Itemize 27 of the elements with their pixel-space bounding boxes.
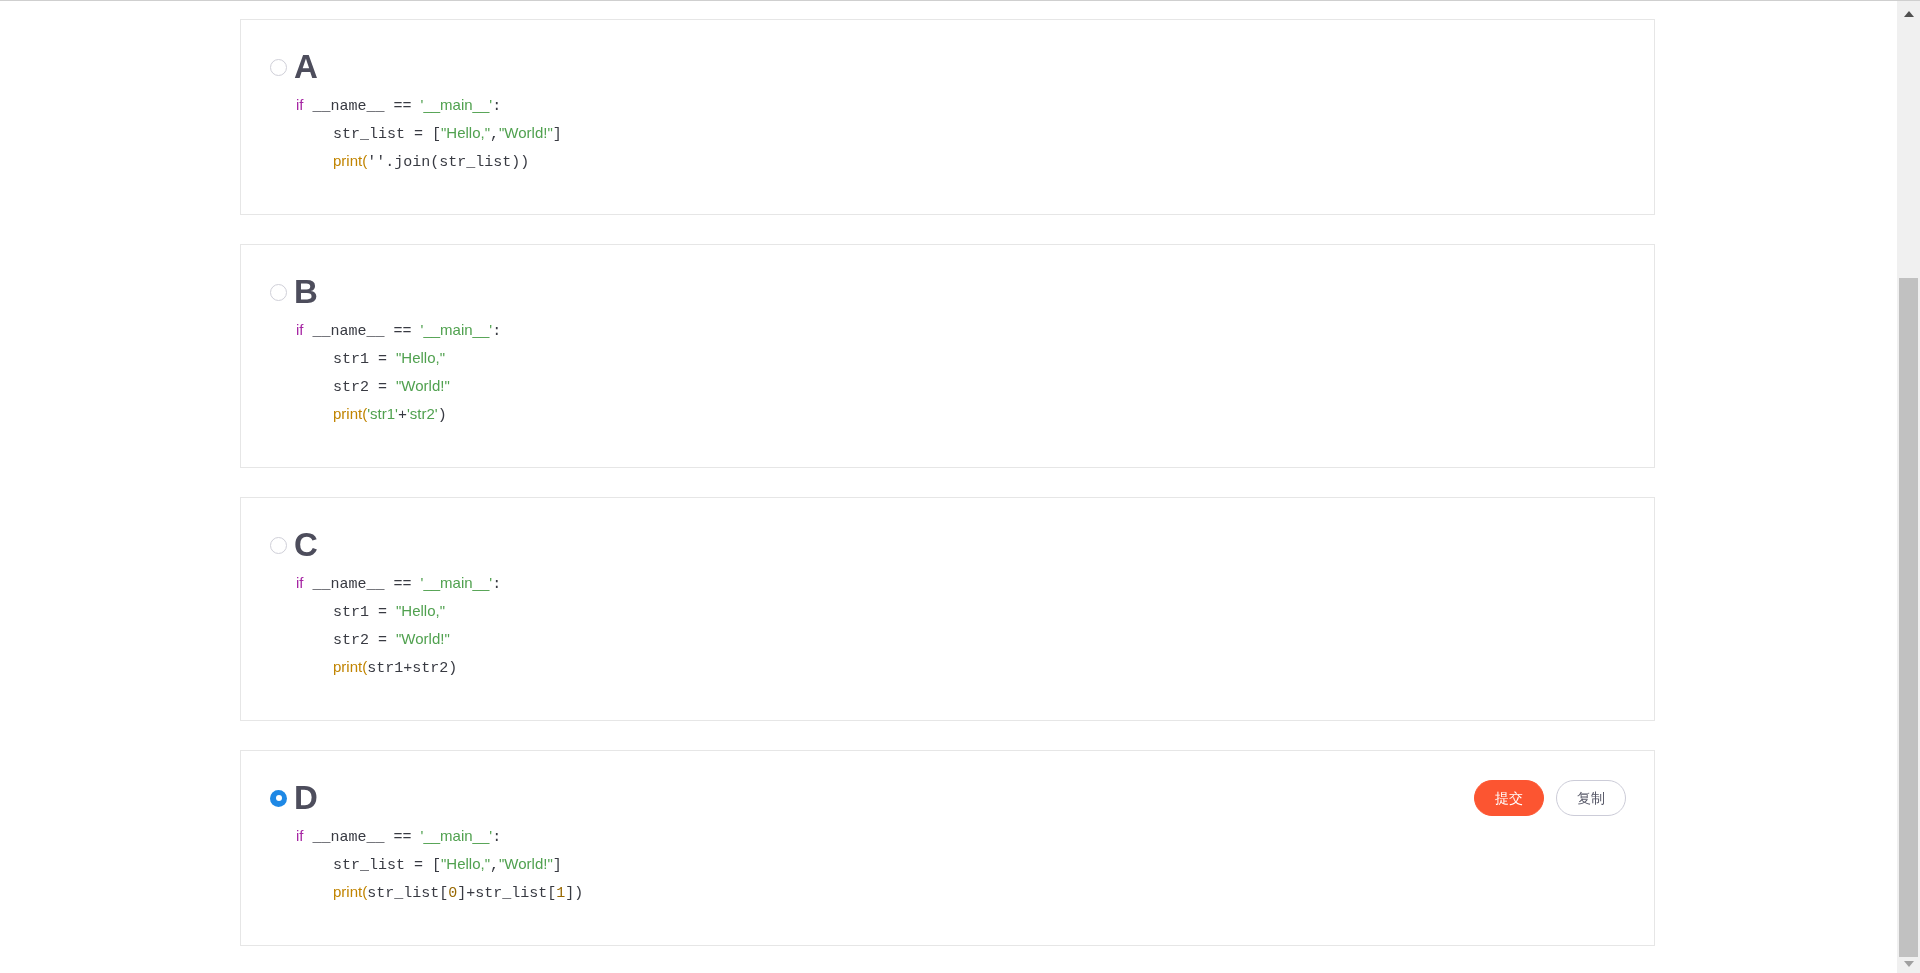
copy-button[interactable]: 复制 bbox=[1556, 780, 1626, 816]
code-line: str1 = "Hello," bbox=[333, 349, 445, 366]
code-line: print('str1'+'str2') bbox=[333, 405, 447, 422]
scroll-up-arrow-icon[interactable] bbox=[1903, 11, 1914, 17]
radio-button[interactable] bbox=[270, 58, 287, 76]
code-line: print(''.join(str_list)) bbox=[333, 152, 530, 169]
scrollbar[interactable] bbox=[1897, 1, 1920, 973]
radio-button[interactable] bbox=[270, 789, 287, 807]
code-line: print(str1+str2) bbox=[333, 658, 458, 675]
code-line: if __name__ == '__main__': bbox=[296, 574, 502, 591]
code-line: print(str_list[0]+str_list[1]) bbox=[333, 883, 584, 900]
code-line: if __name__ == '__main__': bbox=[296, 321, 502, 338]
code-line: str2 = "World!" bbox=[333, 630, 450, 647]
code-line: str2 = "World!" bbox=[333, 377, 450, 394]
option-letter: B bbox=[294, 273, 318, 311]
code-line: if __name__ == '__main__': bbox=[296, 96, 502, 113]
option-letter: A bbox=[294, 48, 318, 86]
radio-button[interactable] bbox=[270, 283, 287, 301]
code-line: str_list = ["Hello,","World!"] bbox=[333, 855, 562, 872]
code-line: if __name__ == '__main__': bbox=[296, 827, 502, 844]
option-letter: D bbox=[294, 779, 318, 817]
scrollbar-thumb[interactable] bbox=[1899, 278, 1918, 957]
option-letter: C bbox=[294, 526, 318, 564]
scroll-down-arrow-icon[interactable] bbox=[1903, 961, 1914, 967]
radio-button[interactable] bbox=[270, 536, 287, 554]
code-line: str1 = "Hello," bbox=[333, 602, 445, 619]
code-line: str_list = ["Hello,","World!"] bbox=[333, 124, 562, 141]
